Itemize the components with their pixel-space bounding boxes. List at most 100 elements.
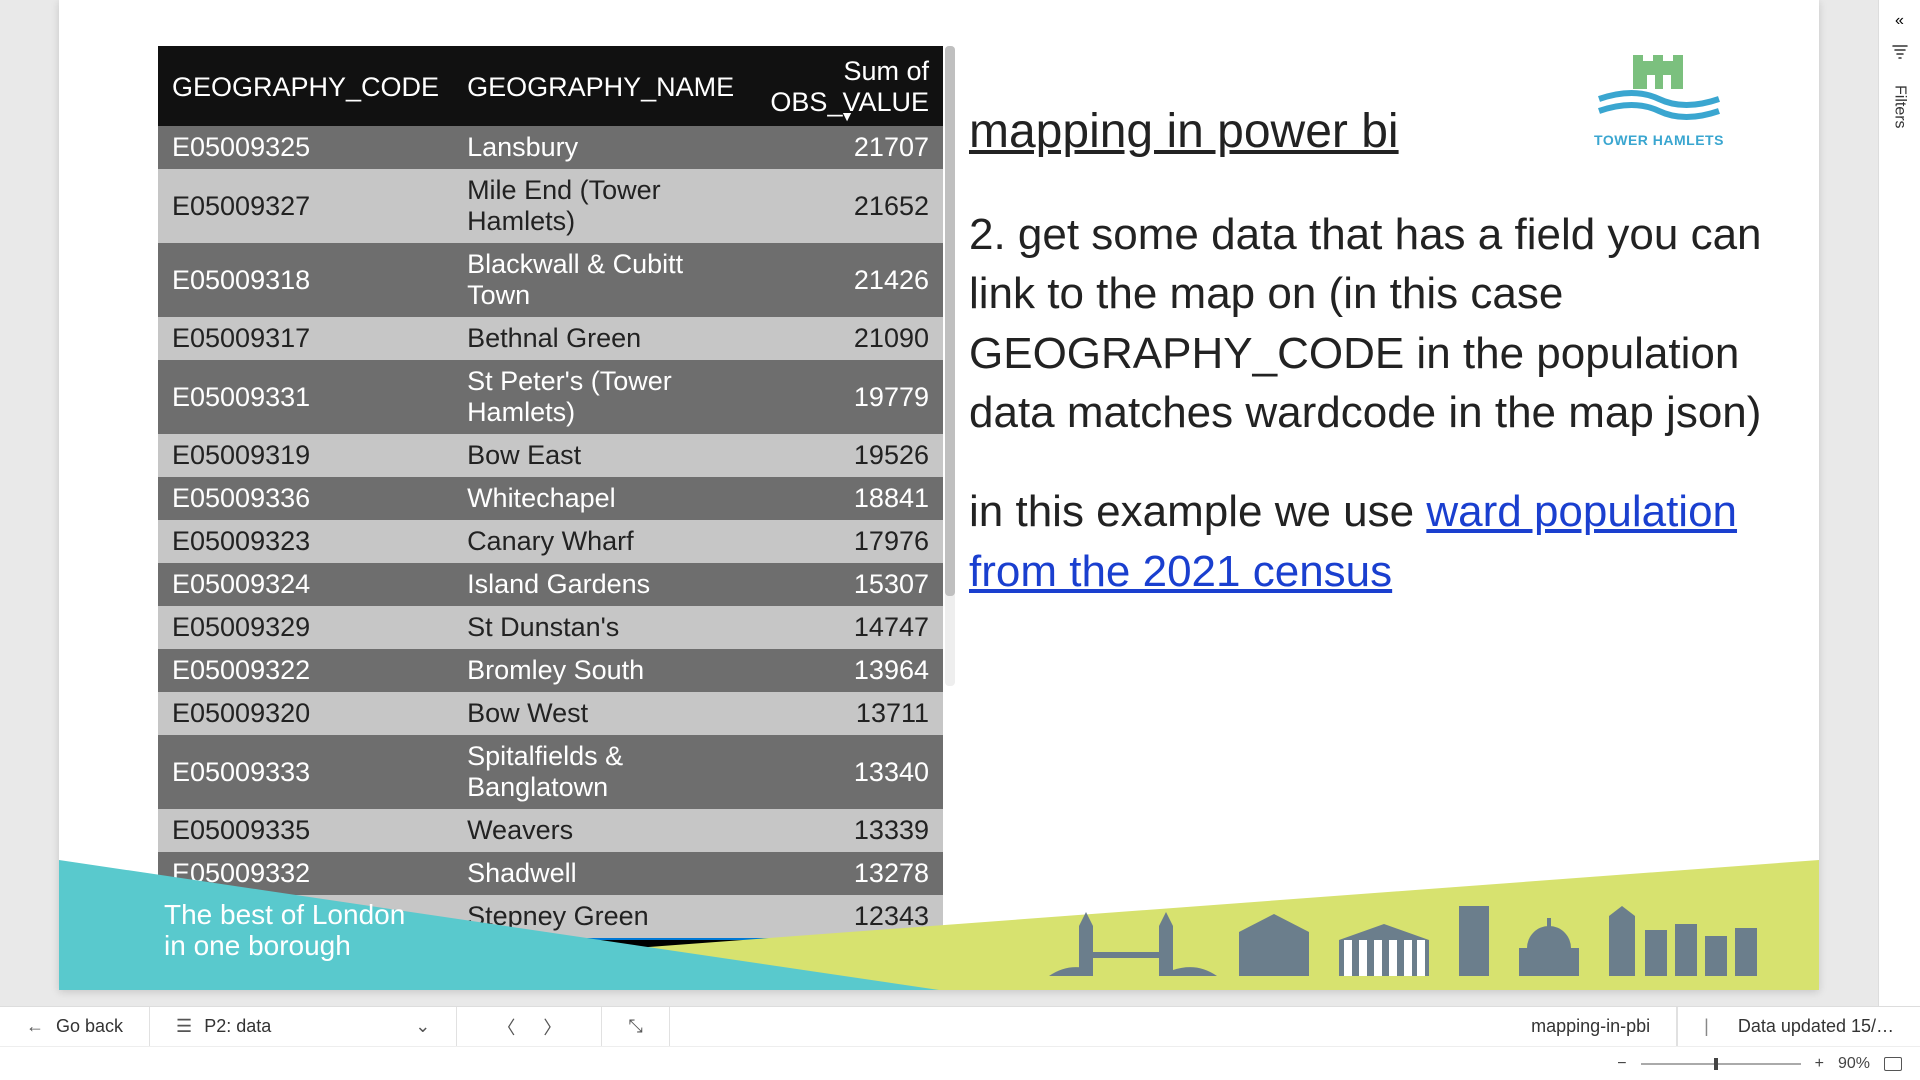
cell-val: 21707	[751, 126, 943, 169]
cell-name: Bromley South	[453, 649, 751, 692]
table-row[interactable]: E05009320Bow West13711	[158, 692, 943, 735]
filters-rail[interactable]: « Filters	[1878, 0, 1920, 1006]
cell-val: 21652	[751, 169, 943, 243]
cell-code: E05009320	[158, 692, 453, 735]
tower-hamlets-logo: TOWER HAMLETS	[1579, 55, 1739, 148]
table-row[interactable]: E05009336Whitechapel18841	[158, 477, 943, 520]
cell-name: St Peter's (Tower Hamlets)	[453, 360, 751, 434]
page-nav-bar: ← Go back ☰ P2: data ⌄ 〈 〉 ⤡ mapping-in-…	[0, 1006, 1920, 1046]
cell-name: Spitalfields & Banglatown	[453, 735, 751, 809]
back-arrow-icon: ←	[26, 1016, 44, 1037]
cell-name: Bow West	[453, 692, 751, 735]
cell-name: St Dunstan's	[453, 606, 751, 649]
zoom-bar: − + 90%	[0, 1046, 1920, 1080]
logo-caption: TOWER HAMLETS	[1579, 132, 1739, 148]
table-visual[interactable]: GEOGRAPHY_CODE GEOGRAPHY_NAME Sum of OBS…	[158, 46, 943, 987]
cell-code: E05009318	[158, 243, 453, 317]
filters-icon[interactable]	[1892, 44, 1908, 65]
cell-name: Lansbury	[453, 126, 751, 169]
cell-name: Island Gardens	[453, 563, 751, 606]
cell-code: E05009319	[158, 434, 453, 477]
cell-val: 15307	[751, 563, 943, 606]
zoom-slider[interactable]	[1641, 1063, 1801, 1065]
cell-name: Whitechapel	[453, 477, 751, 520]
cell-code: E05009324	[158, 563, 453, 606]
cell-val: 13964	[751, 649, 943, 692]
collapse-arrows-icon: ⤡	[628, 1016, 642, 1037]
collapse-icon[interactable]: «	[1895, 12, 1904, 30]
col-header-obs[interactable]: Sum of OBS_VALUE ▼	[751, 46, 943, 126]
cell-code: E05009325	[158, 126, 453, 169]
cell-val: 21426	[751, 243, 943, 317]
table-row[interactable]: E05009324Island Gardens15307	[158, 563, 943, 606]
next-page-button[interactable]: 〉	[529, 1014, 575, 1040]
cell-val: 18841	[751, 477, 943, 520]
cell-val: 17976	[751, 520, 943, 563]
cell-val: 14747	[751, 606, 943, 649]
cell-name: Mile End (Tower Hamlets)	[453, 169, 751, 243]
cell-name: Weavers	[453, 809, 751, 852]
table-scrollbar[interactable]	[945, 46, 955, 686]
zoom-pct: 90%	[1838, 1055, 1870, 1073]
report-name: mapping-in-pbi	[1505, 1007, 1677, 1046]
cell-val: 13711	[751, 692, 943, 735]
zoom-in-button[interactable]: +	[1815, 1055, 1824, 1073]
table-row[interactable]: E05009329St Dunstan's14747	[158, 606, 943, 649]
col-header-code[interactable]: GEOGRAPHY_CODE	[158, 46, 453, 126]
cell-code: E05009336	[158, 477, 453, 520]
fit-button[interactable]: ⤡	[602, 1007, 669, 1046]
cell-name: Canary Wharf	[453, 520, 751, 563]
table-row[interactable]: E05009331St Peter's (Tower Hamlets)19779	[158, 360, 943, 434]
body-text: 2. get some data that has a field you ca…	[969, 205, 1819, 443]
table-row[interactable]: E05009319Bow East19526	[158, 434, 943, 477]
canvas-wrap: GEOGRAPHY_CODE GEOGRAPHY_NAME Sum of OBS…	[0, 0, 1878, 1006]
cell-code: E05009323	[158, 520, 453, 563]
fit-to-page-button[interactable]	[1884, 1057, 1902, 1071]
cell-name: Blackwall & Cubitt Town	[453, 243, 751, 317]
list-icon: ☰	[176, 1016, 192, 1037]
cell-val: 13339	[751, 809, 943, 852]
prev-page-button[interactable]: 〈	[483, 1014, 529, 1040]
sort-desc-icon: ▼	[840, 108, 854, 124]
report-canvas: GEOGRAPHY_CODE GEOGRAPHY_NAME Sum of OBS…	[59, 0, 1819, 990]
cell-val: 19526	[751, 434, 943, 477]
cell-code: E05009333	[158, 735, 453, 809]
castle-waves-icon	[1589, 55, 1729, 125]
example-lead: in this example we use	[969, 487, 1426, 536]
cell-code: E05009335	[158, 809, 453, 852]
cell-name: Bow East	[453, 434, 751, 477]
table-row[interactable]: E05009335Weavers13339	[158, 809, 943, 852]
cell-code: E05009331	[158, 360, 453, 434]
footer-band: The best of London in one borough	[59, 860, 1819, 990]
page-selector[interactable]: ☰ P2: data ⌄	[150, 1007, 457, 1046]
cell-code: E05009329	[158, 606, 453, 649]
col-header-name[interactable]: GEOGRAPHY_NAME	[453, 46, 751, 126]
data-table: GEOGRAPHY_CODE GEOGRAPHY_NAME Sum of OBS…	[158, 46, 943, 987]
go-back-button[interactable]: ← Go back	[0, 1007, 150, 1046]
cell-code: E05009327	[158, 169, 453, 243]
table-row[interactable]: E05009323Canary Wharf17976	[158, 520, 943, 563]
cell-code: E05009317	[158, 317, 453, 360]
zoom-out-button[interactable]: −	[1617, 1055, 1626, 1073]
page-name-label: P2: data	[204, 1016, 271, 1037]
filters-label[interactable]: Filters	[1891, 85, 1909, 129]
cell-code: E05009322	[158, 649, 453, 692]
cell-val: 19779	[751, 360, 943, 434]
tagline: The best of London in one borough	[164, 900, 405, 962]
go-back-label: Go back	[56, 1016, 123, 1037]
data-updated: | Data updated 15/…	[1677, 1007, 1920, 1046]
instructions-text: mapping in power bi 2. get some data tha…	[969, 100, 1819, 641]
table-row[interactable]: E05009333Spitalfields & Banglatown13340	[158, 735, 943, 809]
cell-val: 21090	[751, 317, 943, 360]
cell-name: Bethnal Green	[453, 317, 751, 360]
table-row[interactable]: E05009322Bromley South13964	[158, 649, 943, 692]
page-arrows: 〈 〉	[457, 1007, 602, 1046]
table-row[interactable]: E05009327Mile End (Tower Hamlets)21652	[158, 169, 943, 243]
chevron-down-icon: ⌄	[415, 1016, 430, 1037]
table-row[interactable]: E05009318Blackwall & Cubitt Town21426	[158, 243, 943, 317]
table-row[interactable]: E05009317Bethnal Green21090	[158, 317, 943, 360]
cell-val: 13340	[751, 735, 943, 809]
example-text: in this example we use ward population f…	[969, 482, 1819, 601]
skyline-icon	[1039, 906, 1799, 986]
table-row[interactable]: E05009325Lansbury21707	[158, 126, 943, 169]
